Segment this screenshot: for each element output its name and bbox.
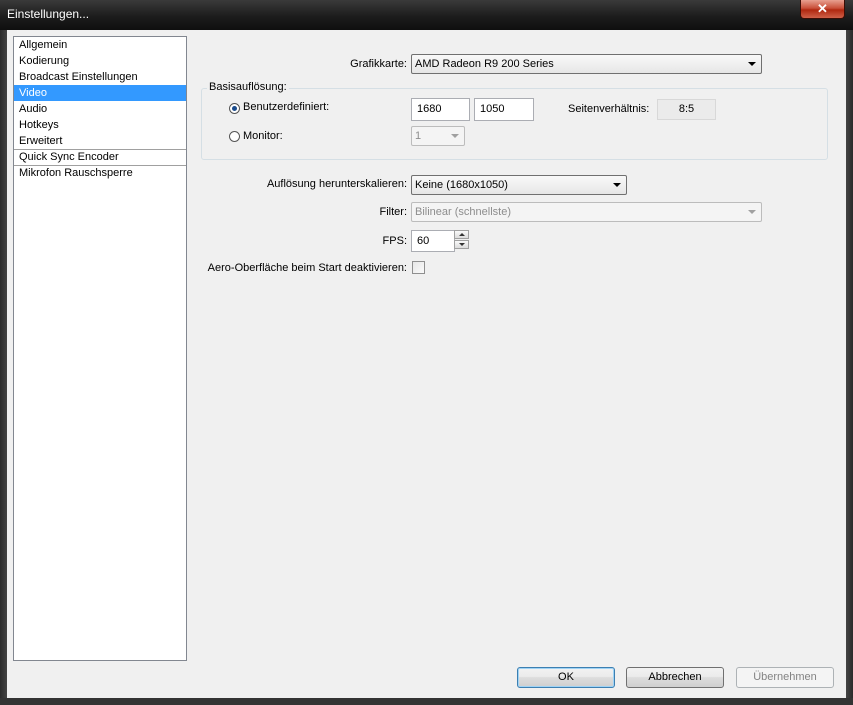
window-frame-left	[0, 30, 7, 705]
ok-button[interactable]: OK	[517, 667, 615, 688]
settings-category-list: Allgemein Kodierung Broadcast Einstellun…	[13, 36, 187, 661]
chevron-up-icon	[459, 233, 465, 236]
settings-content: Allgemein Kodierung Broadcast Einstellun…	[7, 30, 846, 698]
filter-dropdown[interactable]: Bilinear (schnellste)	[411, 202, 762, 222]
close-button[interactable]: ✕	[800, 0, 845, 19]
monitor-value: 1	[415, 130, 422, 142]
fps-label: FPS:	[382, 235, 407, 247]
aero-disable-label: Aero-Oberfläche beim Start deaktivieren:	[207, 262, 407, 274]
category-item-mikrofon-rauschsperre[interactable]: Mikrofon Rauschsperre	[14, 165, 186, 181]
chevron-down-icon	[748, 62, 756, 66]
downscale-label: Auflösung herunterskalieren:	[266, 178, 407, 190]
category-item-audio[interactable]: Audio	[14, 101, 186, 117]
monitor-label[interactable]: Monitor:	[243, 130, 283, 142]
downscale-value: Keine (1680x1050)	[415, 179, 508, 191]
filter-value: Bilinear (schnellste)	[415, 206, 511, 218]
window-title: Einstellungen...	[7, 7, 90, 21]
category-item-allgemein[interactable]: Allgemein	[14, 37, 186, 53]
window-frame-bottom	[0, 698, 853, 705]
category-item-broadcast[interactable]: Broadcast Einstellungen	[14, 69, 186, 85]
fps-spinner	[454, 230, 471, 251]
fps-input[interactable]: 60	[411, 230, 455, 252]
category-item-kodierung[interactable]: Kodierung	[14, 53, 186, 69]
fps-increment-button[interactable]	[454, 230, 469, 239]
fps-decrement-button[interactable]	[454, 240, 469, 249]
aero-disable-checkbox[interactable]	[412, 261, 425, 274]
window-frame-right	[846, 30, 853, 705]
category-item-erweitert[interactable]: Erweitert	[14, 133, 186, 149]
title-bar[interactable]: Einstellungen... ✕	[0, 0, 853, 30]
chevron-down-icon	[451, 134, 459, 138]
chevron-down-icon	[459, 243, 465, 246]
custom-resolution-label[interactable]: Benutzerdefiniert:	[243, 101, 329, 113]
close-icon: ✕	[817, 1, 828, 16]
graphics-card-dropdown[interactable]: AMD Radeon R9 200 Series	[411, 54, 762, 74]
monitor-radio[interactable]	[229, 131, 240, 142]
filter-label: Filter:	[379, 206, 408, 218]
cancel-button[interactable]: Abbrechen	[626, 667, 724, 688]
graphics-card-label: Grafikkarte:	[350, 58, 407, 70]
base-resolution-title: Basisauflösung:	[207, 81, 289, 93]
aspect-ratio-value: 8:5	[657, 99, 716, 120]
chevron-down-icon	[613, 183, 621, 187]
custom-resolution-radio[interactable]	[229, 103, 240, 114]
monitor-dropdown[interactable]: 1	[411, 126, 465, 146]
category-item-quick-sync[interactable]: Quick Sync Encoder	[14, 149, 186, 165]
aspect-ratio-label: Seitenverhältnis:	[568, 103, 650, 115]
category-item-hotkeys[interactable]: Hotkeys	[14, 117, 186, 133]
settings-window: Einstellungen... ✕ Allgemein Kodierung B…	[0, 0, 853, 705]
downscale-dropdown[interactable]: Keine (1680x1050)	[411, 175, 627, 195]
category-item-video[interactable]: Video	[14, 85, 186, 101]
resolution-width-input[interactable]: 1680	[411, 98, 470, 121]
chevron-down-icon	[748, 210, 756, 214]
apply-button[interactable]: Übernehmen	[736, 667, 834, 688]
graphics-card-value: AMD Radeon R9 200 Series	[415, 58, 554, 70]
resolution-height-input[interactable]: 1050	[474, 98, 534, 121]
